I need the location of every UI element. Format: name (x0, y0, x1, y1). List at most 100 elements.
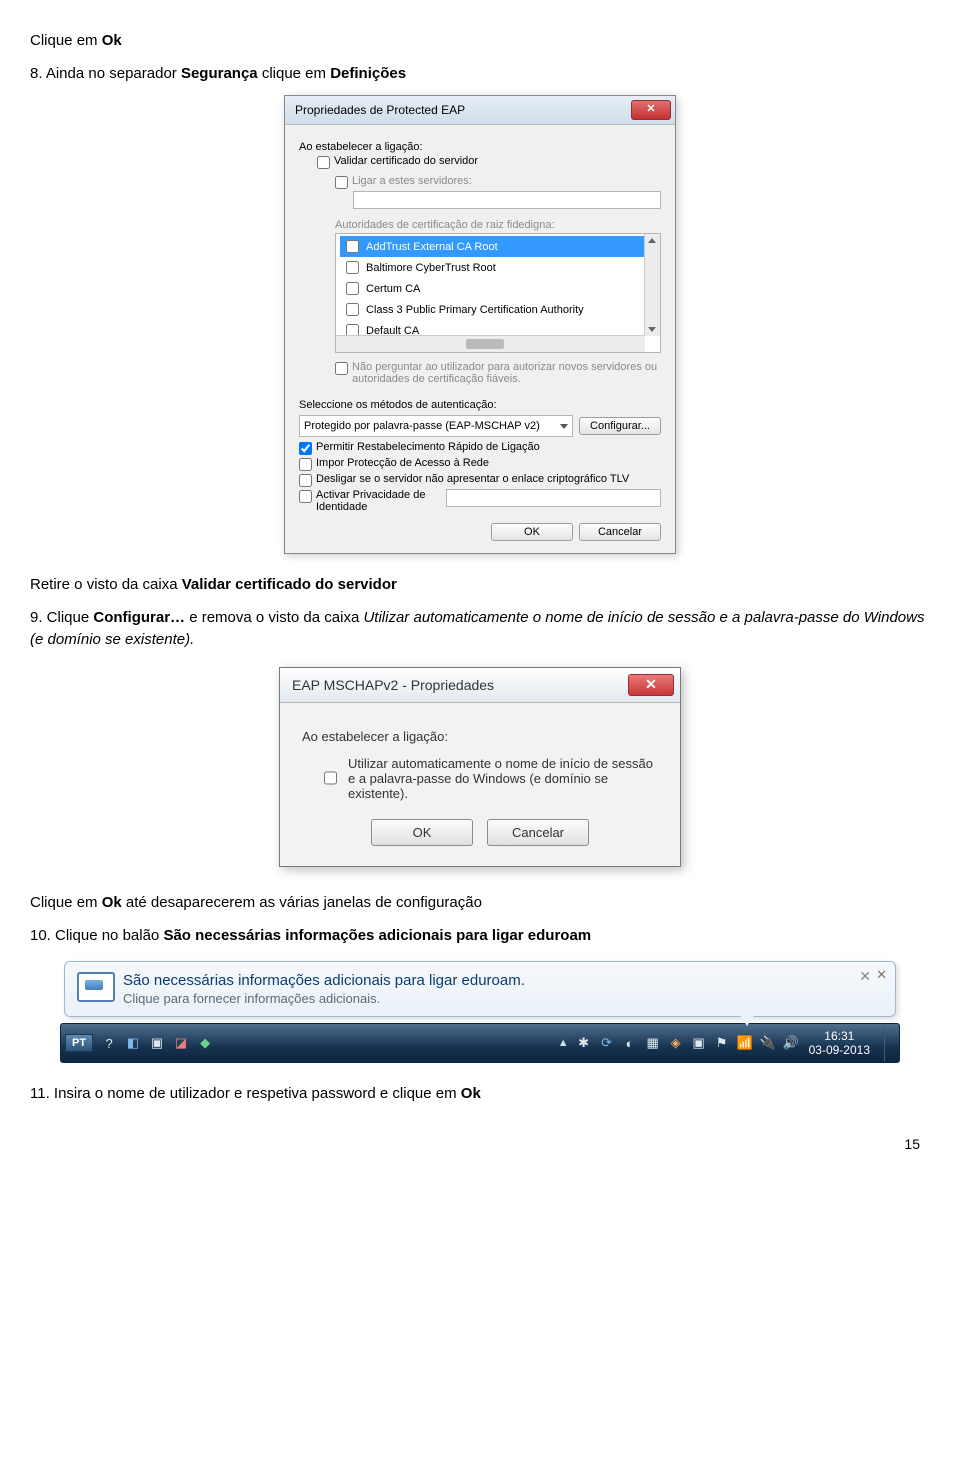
servers-input[interactable] (353, 191, 661, 209)
help-icon[interactable]: ? (101, 1035, 117, 1051)
ok-button[interactable]: OK (491, 523, 573, 541)
bluetooth-icon[interactable]: ✱ (576, 1035, 592, 1051)
show-hidden-icon[interactable]: ▲ (558, 1037, 569, 1049)
cancel-button[interactable]: Cancelar (579, 523, 661, 541)
tlv-label: Desligar se o servidor não apresentar o … (316, 473, 629, 485)
scroll-thumb[interactable] (466, 339, 504, 349)
text: clique em (258, 65, 331, 82)
nap-row[interactable]: Impor Protecção de Acesso à Rede (299, 457, 661, 471)
connect-servers-row[interactable]: Ligar a estes servidores: (335, 175, 661, 189)
power-icon[interactable]: 🔌 (760, 1035, 776, 1051)
balloon-close-icon[interactable]: ✕ (876, 967, 887, 983)
mschap-title: EAP MSCHAPv2 - Propriedades (292, 677, 494, 693)
paragraph: Clique em Ok até desaparecerem as várias… (30, 892, 930, 915)
tlv-checkbox[interactable] (299, 474, 312, 487)
connect-servers-label: Ligar a estes servidores: (352, 175, 472, 187)
mschap-titlebar: EAP MSCHAPv2 - Propriedades ✕ (280, 668, 680, 703)
ca-item[interactable]: AddTrust External CA Root (340, 236, 656, 257)
taskbar: PT ? ◧ ▣ ◪ ◆ ▲ ✱ ⟳ ◐ ▦ ◈ ▣ ⚑ 📶 🔌 🔊 16:31 (60, 1023, 900, 1063)
ca-checkbox[interactable] (346, 282, 359, 295)
show-desktop[interactable] (884, 1024, 895, 1062)
balloon-title: São necessárias informações adicionais p… (123, 972, 867, 989)
flag-icon[interactable]: ⚑ (714, 1035, 730, 1051)
paragraph: Clique em Ok (30, 30, 930, 53)
sync-icon[interactable]: ⟳ (599, 1035, 615, 1051)
paragraph: 8. Ainda no separador Segurança clique e… (30, 63, 930, 86)
text-bold: Validar certificado do servidor (182, 576, 397, 593)
network-balloon[interactable]: ✕ ✕ São necessárias informações adiciona… (64, 961, 896, 1017)
validate-cert-checkbox[interactable] (317, 156, 330, 169)
mschap-auto-checkbox[interactable] (324, 758, 337, 798)
text-bold: Segurança (181, 65, 258, 82)
ca-checkbox[interactable] (346, 261, 359, 274)
auth-method-value: Protegido por palavra-passe (EAP-MSCHAP … (304, 420, 540, 432)
auth-method-label: Seleccione os métodos de autenticação: (299, 399, 661, 411)
text: 10. Clique no balão (30, 927, 163, 944)
ca-checkbox[interactable] (346, 240, 359, 253)
validate-cert-row[interactable]: Validar certificado do servidor (317, 155, 661, 169)
no-prompt-checkbox[interactable] (335, 362, 348, 375)
establish-label: Ao estabelecer a ligação: (299, 141, 661, 153)
close-button[interactable]: ✕ (628, 674, 674, 696)
ca-checkbox[interactable] (346, 303, 359, 316)
identity-input[interactable] (446, 489, 661, 507)
cancel-button[interactable]: Cancelar (487, 819, 589, 846)
tray-app-icon[interactable]: ◪ (173, 1035, 189, 1051)
scrollbar-horizontal[interactable] (336, 335, 645, 352)
text-bold: Definições (330, 65, 406, 82)
balloon-subtitle: Clique para fornecer informações adicion… (123, 991, 867, 1006)
identity-privacy-checkbox[interactable] (299, 490, 312, 503)
clock-time: 16:31 (809, 1029, 870, 1043)
shield-icon[interactable]: ◈ (668, 1035, 684, 1051)
clock[interactable]: 16:31 03-09-2013 (809, 1029, 874, 1058)
text: até desaparecerem as várias janelas de c… (122, 894, 482, 911)
tlv-row[interactable]: Desligar se o servidor não apresentar o … (299, 473, 661, 487)
identity-privacy-row[interactable]: Activar Privacidade de Identidade (299, 489, 661, 513)
tray-app-icon[interactable]: ◧ (125, 1035, 141, 1051)
balloon-pin-icon[interactable]: ✕ (859, 968, 871, 985)
scrollbar-vertical[interactable] (644, 234, 660, 336)
ca-item[interactable]: Class 3 Public Primary Certification Aut… (340, 299, 656, 320)
ca-name: AddTrust External CA Root (366, 241, 498, 253)
ca-listbox[interactable]: AddTrust External CA Root Baltimore Cybe… (335, 233, 661, 353)
fast-reconnect-checkbox[interactable] (299, 442, 312, 455)
ca-label: Autoridades de certificação de raiz fide… (335, 219, 661, 231)
connect-servers-checkbox[interactable] (335, 176, 348, 189)
fast-reconnect-row[interactable]: Permitir Restabelecimento Rápido de Liga… (299, 441, 661, 455)
tray-icon[interactable]: ◐ (622, 1035, 638, 1051)
text: e remova o visto da caixa (185, 609, 363, 626)
eap-title: Propriedades de Protected EAP (295, 103, 465, 117)
ca-item[interactable]: Certum CA (340, 278, 656, 299)
tray-area: ✕ ✕ São necessárias informações adiciona… (60, 961, 900, 1063)
text: 11. Insira o nome de utilizador e respet… (30, 1085, 461, 1102)
ca-name: Baltimore CyberTrust Root (366, 262, 496, 274)
text: 8. Ainda no separador (30, 65, 181, 82)
text: 9. Clique (30, 609, 93, 626)
network-tray-icon[interactable]: 📶 (737, 1035, 753, 1051)
mschap-buttons: OK Cancelar (302, 819, 658, 846)
fast-reconnect-label: Permitir Restabelecimento Rápido de Liga… (316, 441, 540, 453)
eap-body: Ao estabelecer a ligação: Validar certif… (285, 125, 675, 553)
no-prompt-row[interactable]: Não perguntar ao utilizador para autoriz… (335, 361, 661, 385)
tray-icon[interactable]: ▦ (645, 1035, 661, 1051)
nap-checkbox[interactable] (299, 458, 312, 471)
text-bold: Ok (102, 32, 122, 49)
close-button[interactable]: ✕ (631, 100, 671, 120)
auth-method-select[interactable]: Protegido por palavra-passe (EAP-MSCHAP … (299, 415, 573, 437)
text-bold: Configurar… (93, 609, 185, 626)
ca-item[interactable]: Baltimore CyberTrust Root (340, 257, 656, 278)
tray-app-icon[interactable]: ▣ (149, 1035, 165, 1051)
tray-icon[interactable]: ▣ (691, 1035, 707, 1051)
paragraph: Retire o visto da caixa Validar certific… (30, 574, 930, 597)
paragraph: 10. Clique no balão São necessárias info… (30, 925, 930, 948)
chevron-down-icon (560, 424, 568, 429)
validate-cert-label: Validar certificado do servidor (334, 155, 478, 167)
configure-button[interactable]: Configurar... (579, 417, 661, 435)
tray-app-icon[interactable]: ◆ (197, 1035, 213, 1051)
language-badge[interactable]: PT (65, 1034, 93, 1052)
mschap-auto-row[interactable]: Utilizar automaticamente o nome de iníci… (320, 756, 658, 801)
eap-titlebar: Propriedades de Protected EAP ✕ (285, 96, 675, 125)
volume-icon[interactable]: 🔊 (783, 1035, 799, 1051)
mschap-dialog: EAP MSCHAPv2 - Propriedades ✕ Ao estabel… (279, 667, 681, 868)
ok-button[interactable]: OK (371, 819, 473, 846)
